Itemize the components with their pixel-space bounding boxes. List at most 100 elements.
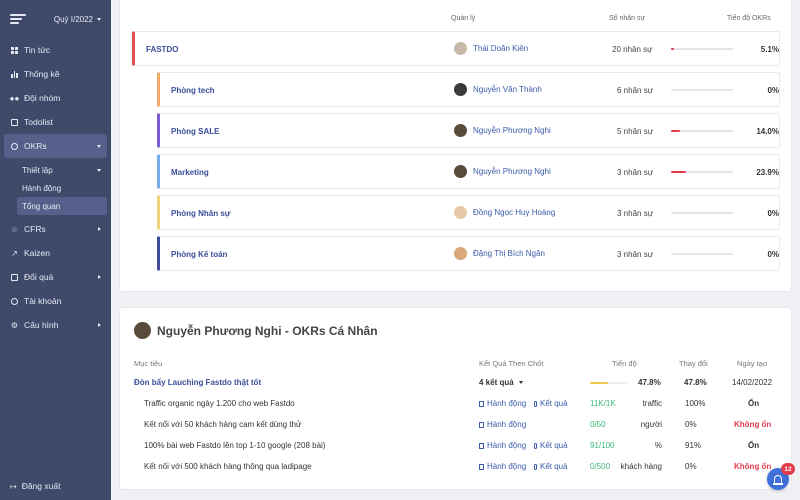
kr-result-label: Kết quả bbox=[540, 441, 568, 450]
chart-bar-icon bbox=[10, 70, 19, 79]
team-progress-track bbox=[671, 130, 733, 132]
kr-action-label: Hành động bbox=[487, 462, 527, 471]
team-progress-value: 0% bbox=[767, 250, 779, 259]
kr-result-link[interactable]: Kết quả bbox=[534, 462, 568, 471]
sidebar-item-teams[interactable]: ●● Đội nhóm bbox=[0, 86, 111, 110]
team-progress-track bbox=[671, 212, 733, 214]
sidebar-item-label: Tin tức bbox=[24, 45, 51, 55]
objective-created-date: 14/02/2022 bbox=[732, 378, 773, 387]
kr-text[interactable]: Kết nối với 50 khách hàng cam kết dùng t… bbox=[144, 420, 301, 429]
chevron-right-icon bbox=[98, 275, 101, 279]
team-name[interactable]: Marketing bbox=[171, 168, 209, 177]
paperclip-icon bbox=[534, 442, 537, 449]
team-manager[interactable]: Nguyễn Phương Nghi bbox=[454, 124, 551, 137]
sidebar-item-okrs[interactable]: OKRs bbox=[4, 134, 107, 158]
sidebar-item-account[interactable]: Tài khoản bbox=[0, 289, 111, 313]
logout-icon: ↦ bbox=[10, 481, 17, 491]
team-progress-track bbox=[671, 48, 733, 50]
team-row[interactable]: Phòng tech Nguyễn Văn Thành 6 nhân sự 0% bbox=[157, 72, 780, 107]
sidebar-subitem-setup[interactable]: Thiết lập bbox=[0, 161, 111, 179]
kr-text[interactable]: Traffic organic ngày 1.200 cho web Fastd… bbox=[144, 399, 295, 408]
kr-status: Không ổn bbox=[734, 462, 772, 471]
grid-icon bbox=[10, 46, 19, 55]
kr-change: 100% bbox=[685, 399, 706, 408]
team-row[interactable]: Phòng Kế toán Đặng Thị Bích Ngân 3 nhân … bbox=[157, 236, 780, 271]
sidebar-subitem-overview[interactable]: Tổng quan bbox=[17, 197, 107, 215]
sidebar-item-label: CFRs bbox=[24, 224, 46, 234]
team-manager[interactable]: Đồng Ngọc Huy Hoàng bbox=[454, 206, 555, 219]
sidebar-item-rewards[interactable]: Đổi quà bbox=[0, 265, 111, 289]
kr-action-link[interactable]: Hành động bbox=[479, 399, 526, 408]
paperclip-icon bbox=[534, 463, 537, 470]
sidebar-item-label: OKRs bbox=[24, 141, 47, 151]
users-icon: ●● bbox=[9, 93, 20, 103]
kr-summary-label: 4 kết quả bbox=[479, 378, 514, 387]
team-manager[interactable]: Nguyễn Phương Nghi bbox=[454, 165, 551, 178]
sidebar-item-cfrs[interactable]: ☆ CFRs bbox=[0, 217, 111, 241]
team-row[interactable]: Phòng Nhân sự Đồng Ngọc Huy Hoàng 3 nhân… bbox=[157, 195, 780, 230]
objective-progress: 47.8% bbox=[638, 378, 661, 387]
team-name[interactable]: Phòng tech bbox=[171, 86, 215, 95]
sidebar-item-settings[interactable]: ⚙ Cấu hình bbox=[0, 313, 111, 337]
team-manager[interactable]: Đặng Thị Bích Ngân bbox=[454, 247, 545, 260]
sidebar-subitem-label: Hành động bbox=[22, 183, 62, 193]
chevron-right-icon bbox=[98, 227, 101, 231]
team-name[interactable]: Phòng Kế toán bbox=[171, 250, 227, 259]
kr-action-label: Hành động bbox=[487, 399, 527, 408]
kr-result-link[interactable]: Kết quả bbox=[534, 399, 568, 408]
team-row[interactable]: Marketing Nguyễn Phương Nghi 3 nhân sự 2… bbox=[157, 154, 780, 189]
team-manager[interactable]: Thái Doãn Kiên bbox=[454, 42, 528, 55]
avatar bbox=[454, 42, 467, 55]
kr-text[interactable]: 100% bài web Fastdo lên top 1-10 google … bbox=[144, 441, 325, 450]
kr-action-link[interactable]: Hành động bbox=[479, 420, 526, 429]
team-row[interactable]: Phòng SALE Nguyễn Phương Nghi 5 nhân sự … bbox=[157, 113, 780, 148]
sidebar-item-todolist[interactable]: Todolist bbox=[0, 110, 111, 134]
kr-text[interactable]: Kết nối với 500 khách hàng thông qua lad… bbox=[144, 462, 312, 471]
logout-label: Đăng xuất bbox=[21, 481, 61, 491]
sidebar-item-label: Cấu hình bbox=[24, 320, 59, 330]
team-progress-value: 14.0% bbox=[756, 127, 779, 136]
sidebar-subitem-actions[interactable]: Hành động bbox=[0, 179, 111, 197]
logout-button[interactable]: ↦ Đăng xuất bbox=[10, 481, 60, 491]
team-member-count: 20 nhân sự bbox=[612, 45, 653, 54]
trend-icon: ↗ bbox=[11, 248, 18, 258]
chevron-right-icon bbox=[98, 323, 101, 327]
team-progress-track bbox=[671, 89, 733, 91]
chevron-down-icon bbox=[97, 168, 101, 172]
column-header-created: Ngày tạo bbox=[737, 359, 768, 368]
main-content: Quản lý Số nhân sự Tiến độ OKRs FASTDO T… bbox=[111, 0, 800, 500]
column-header-key-results: Kết Quả Then Chốt bbox=[479, 359, 544, 368]
chevron-down-icon bbox=[97, 144, 101, 148]
sidebar-item-label: Đội nhóm bbox=[24, 93, 61, 103]
column-header-change: Thay đổi bbox=[679, 359, 708, 368]
kr-action-link[interactable]: Hành động bbox=[479, 462, 526, 471]
sidebar-item-label: Tài khoản bbox=[24, 296, 62, 306]
team-member-count: 6 nhân sự bbox=[617, 86, 654, 95]
team-name[interactable]: Phòng SALE bbox=[171, 127, 219, 136]
document-icon bbox=[479, 463, 484, 470]
column-header-members: Số nhân sự bbox=[609, 15, 646, 22]
team-row[interactable]: FASTDO Thái Doãn Kiên 20 nhân sự 5.1% bbox=[132, 31, 780, 66]
kr-action-label: Hành động bbox=[487, 441, 527, 450]
menu-icon[interactable] bbox=[10, 14, 26, 24]
kr-summary-dropdown[interactable]: 4 kết quả bbox=[479, 378, 523, 387]
objective-title[interactable]: Đòn bẩy Lauching Fastdo thật tốt bbox=[134, 378, 261, 387]
sidebar-item-statistics[interactable]: Thống kê bbox=[0, 62, 111, 86]
team-manager[interactable]: Nguyễn Văn Thành bbox=[454, 83, 542, 96]
kr-result-link[interactable]: Kết quả bbox=[534, 441, 568, 450]
avatar bbox=[134, 322, 151, 339]
sidebar-item-kaizen[interactable]: ↗ Kaizen bbox=[0, 241, 111, 265]
kr-action-link[interactable]: Hành động bbox=[479, 441, 526, 450]
avatar bbox=[454, 83, 467, 96]
team-name[interactable]: FASTDO bbox=[146, 45, 178, 54]
team-manager-name: Đặng Thị Bích Ngân bbox=[473, 249, 545, 258]
team-manager-name: Thái Doãn Kiên bbox=[473, 44, 529, 53]
document-icon bbox=[479, 442, 484, 449]
team-progress-track bbox=[671, 171, 733, 173]
quarter-selector[interactable]: Quý I/2022 bbox=[54, 15, 101, 24]
teams-panel: Quản lý Số nhân sự Tiến độ OKRs FASTDO T… bbox=[119, 0, 792, 292]
sidebar-item-news[interactable]: Tin tức bbox=[0, 38, 111, 62]
column-header-manager: Quản lý bbox=[451, 15, 476, 22]
avatar bbox=[454, 247, 467, 260]
team-name[interactable]: Phòng Nhân sự bbox=[171, 209, 231, 218]
